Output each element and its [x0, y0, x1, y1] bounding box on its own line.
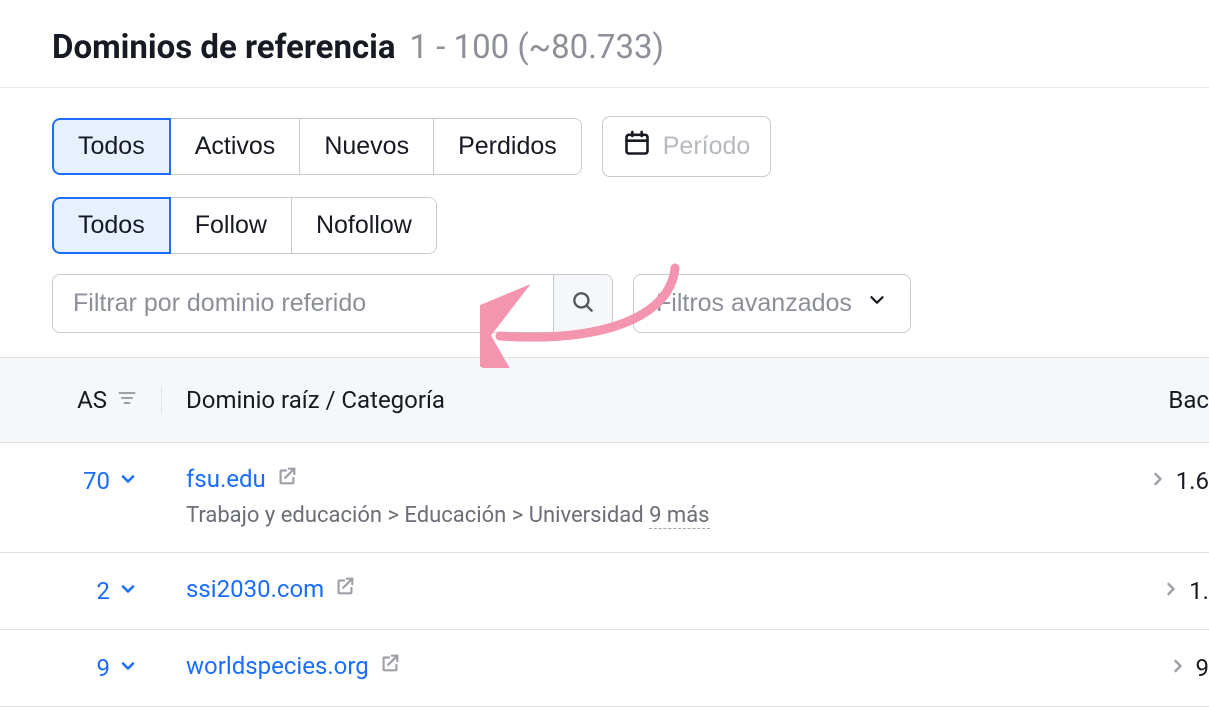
domain-link[interactable]: ssi2030.com: [186, 575, 356, 603]
domain-text: fsu.edu: [186, 465, 266, 493]
as-score-expand[interactable]: 70: [83, 467, 138, 495]
search-icon: [570, 289, 596, 318]
page-title: Dominios de referencia: [52, 28, 396, 67]
as-score-value: 9: [97, 654, 111, 682]
toolbar-row-2: Filtros avanzados: [0, 274, 1209, 357]
page-title-count: 1 - 100 (~80.733): [410, 28, 665, 67]
column-header-backlinks[interactable]: Bac: [1168, 386, 1209, 414]
backlinks-expand[interactable]: 1.: [1161, 575, 1209, 605]
chevron-right-icon: [1161, 577, 1181, 605]
backlinks-value: 1.6: [1176, 467, 1209, 495]
domain-text: ssi2030.com: [186, 575, 324, 603]
chevron-right-icon: [1148, 467, 1168, 495]
external-link-icon: [379, 652, 401, 680]
as-score-value: 70: [83, 467, 110, 495]
backlinks-value: 9: [1196, 654, 1209, 682]
period-picker-button[interactable]: Período: [602, 116, 772, 177]
as-score-expand[interactable]: 2: [97, 577, 139, 605]
calendar-icon: [623, 129, 651, 164]
search-input[interactable]: [53, 275, 553, 332]
search-wrap: [52, 274, 613, 333]
tab-linktype-nofollow[interactable]: Nofollow: [291, 197, 437, 254]
advanced-filters-label: Filtros avanzados: [656, 289, 852, 318]
toolbar-row-1: Todos Activos Nuevos Perdidos Período To…: [0, 88, 1209, 274]
table-header-row: AS Dominio raíz / Categoría Bac: [0, 357, 1209, 443]
column-header-backlinks-label: Bac: [1168, 386, 1209, 414]
chevron-down-icon: [118, 654, 138, 682]
tab-status-activos[interactable]: Activos: [170, 118, 301, 175]
tab-linktype-follow[interactable]: Follow: [170, 197, 292, 254]
domain-link[interactable]: fsu.edu: [186, 465, 298, 493]
period-label: Período: [663, 132, 751, 161]
column-header-domain-label: Dominio raíz / Categoría: [186, 386, 445, 414]
domain-link[interactable]: worldspecies.org: [186, 652, 401, 680]
column-header-as[interactable]: AS: [0, 386, 162, 414]
column-header-as-label: AS: [77, 386, 107, 414]
domain-category: Trabajo y educación > Educación > Univer…: [186, 503, 710, 528]
page-header: Dominios de referencia 1 - 100 (~80.733): [0, 0, 1209, 88]
chevron-down-icon: [118, 467, 138, 495]
status-tab-group: Todos Activos Nuevos Perdidos: [52, 118, 582, 175]
chevron-right-icon: [1168, 654, 1188, 682]
column-header-domain[interactable]: Dominio raíz / Categoría: [162, 386, 1168, 414]
advanced-filters-button[interactable]: Filtros avanzados: [633, 274, 911, 333]
tab-status-nuevos[interactable]: Nuevos: [299, 118, 434, 175]
sort-filter-icon: [117, 389, 137, 411]
linktype-tab-group: Todos Follow Nofollow: [52, 197, 437, 254]
chevron-down-icon: [866, 289, 888, 318]
external-link-icon: [276, 465, 298, 493]
backlinks-value: 1.: [1189, 577, 1209, 605]
tab-status-todos[interactable]: Todos: [52, 118, 171, 175]
tab-linktype-todos[interactable]: Todos: [52, 197, 171, 254]
as-score-expand[interactable]: 9: [97, 654, 139, 682]
category-more-toggle[interactable]: 9 más: [649, 503, 709, 529]
table-row: 2 ssi2030.com 1.: [0, 553, 1209, 630]
backlinks-expand[interactable]: 9: [1168, 652, 1209, 682]
search-button[interactable]: [553, 275, 612, 332]
domain-text: worldspecies.org: [186, 652, 369, 680]
backlinks-expand[interactable]: 1.6: [1148, 465, 1209, 495]
tab-status-perdidos[interactable]: Perdidos: [433, 118, 582, 175]
table-row: 9 worldspecies.org 9: [0, 630, 1209, 707]
external-link-icon: [334, 575, 356, 603]
category-path: Trabajo y educación > Educación > Univer…: [186, 503, 644, 528]
as-score-value: 2: [97, 577, 111, 605]
chevron-down-icon: [118, 577, 138, 605]
table-row: 70 fsu.edu Trabajo y educación > Educ: [0, 443, 1209, 553]
